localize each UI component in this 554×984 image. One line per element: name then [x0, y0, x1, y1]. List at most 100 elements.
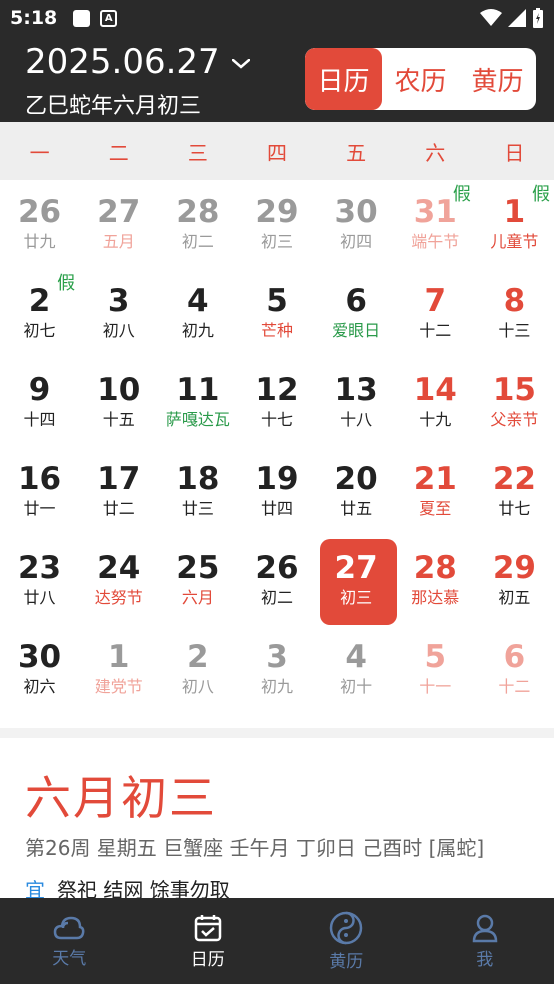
day-number: 14: [413, 372, 457, 408]
calendar-day-selected[interactable]: 27 初三: [317, 536, 397, 625]
weekday-label: 二: [108, 140, 129, 165]
calendar-day[interactable]: 31 端午节假: [396, 180, 475, 269]
calendar-day[interactable]: 23 廿八: [0, 536, 79, 625]
calendar-day[interactable]: 17 廿二: [79, 447, 158, 536]
day-subtitle: 初五: [498, 588, 531, 607]
calendar-day[interactable]: 4 初十: [317, 625, 396, 714]
day-subtitle: 六月: [181, 588, 214, 607]
weekday-header: 一 二 三 四 五 六 日: [0, 122, 554, 180]
nav-weather[interactable]: 天气: [0, 898, 139, 984]
day-number: 29: [492, 550, 536, 586]
calendar-day[interactable]: 19 廿四: [237, 447, 316, 536]
calendar-day[interactable]: 12 十七: [237, 358, 316, 447]
calendar-day[interactable]: 18 廿三: [158, 447, 237, 536]
calendar-day[interactable]: 3 初九: [237, 625, 316, 714]
calendar-day[interactable]: 30 初六: [0, 625, 79, 714]
calendar-day[interactable]: 6 十二: [475, 625, 554, 714]
calendar-day[interactable]: 16 廿一: [0, 447, 79, 536]
weekday-label: 一: [29, 140, 50, 165]
calendar-day[interactable]: 26 廿九: [0, 180, 79, 269]
day-subtitle: 廿八: [23, 588, 56, 607]
nav-calendar[interactable]: 日历: [139, 898, 278, 984]
day-subtitle: 萨嘎达瓦: [165, 410, 230, 429]
nav-profile[interactable]: 我: [416, 898, 554, 984]
day-subtitle: 十四: [23, 410, 56, 429]
calendar-day[interactable]: 30 初四: [317, 180, 396, 269]
calendar-day[interactable]: 6 爱眼日: [317, 269, 396, 358]
day-number: 3: [107, 283, 130, 319]
holiday-badge: 假: [531, 184, 550, 205]
divider: [0, 728, 554, 738]
calendar-day[interactable]: 25 六月: [158, 536, 237, 625]
nav-label: 日历: [190, 949, 225, 970]
day-subtitle: 廿二: [102, 499, 135, 518]
calendar-day[interactable]: 2 初七假: [0, 269, 79, 358]
day-number: 21: [413, 461, 457, 497]
wifi-icon: [480, 9, 502, 26]
tab-solar-calendar[interactable]: 日历: [305, 48, 382, 110]
day-subtitle: 廿四: [260, 499, 293, 518]
day-number: 3: [266, 639, 288, 675]
calendar-day[interactable]: 9 十四: [0, 358, 79, 447]
nav-label: 我: [476, 949, 494, 970]
calendar-day[interactable]: 20 廿五: [317, 447, 396, 536]
calendar-day[interactable]: 10 十五: [79, 358, 158, 447]
day-subtitle: 初八: [181, 677, 214, 696]
calendar-day[interactable]: 21 夏至: [396, 447, 475, 536]
calendar-day[interactable]: 1 儿童节假: [475, 180, 554, 269]
calendar-day[interactable]: 24 达努节: [79, 536, 158, 625]
day-subtitle: 端午节: [411, 232, 460, 251]
day-subtitle: 十九: [419, 410, 452, 429]
calendar-day[interactable]: 11 萨嘎达瓦: [158, 358, 237, 447]
cloud-icon: [53, 916, 85, 939]
calendar-day[interactable]: 29 初五: [475, 536, 554, 625]
day-number: 12: [255, 372, 299, 408]
day-number: 18: [176, 461, 220, 497]
day-number: 7: [424, 283, 447, 319]
day-subtitle: 初三: [340, 588, 373, 607]
day-number: 28: [176, 194, 220, 230]
day-subtitle: 初八: [102, 321, 135, 340]
calendar-day[interactable]: 3 初八: [79, 269, 158, 358]
day-number: 26: [255, 550, 299, 586]
day-subtitle: 廿七: [498, 499, 531, 518]
detail-info: 第26周 星期五 巨蟹座 壬午月 丁卯日 己酉时 [属蛇]: [25, 836, 485, 860]
tab-lunar-calendar[interactable]: 农历: [382, 48, 459, 110]
tab-almanac[interactable]: 黄历: [459, 48, 536, 110]
day-number: 16: [17, 461, 62, 497]
day-number: 5: [424, 639, 447, 675]
calendar-day[interactable]: 13 十八: [317, 358, 396, 447]
calendar-day[interactable]: 5 十一: [396, 625, 475, 714]
status-time: 5:18: [10, 7, 58, 29]
calendar-day[interactable]: 28 初二: [158, 180, 237, 269]
calendar-day[interactable]: 7 十二: [396, 269, 475, 358]
day-number: 23: [17, 550, 62, 586]
signal-icon: [508, 9, 526, 27]
calendar-day[interactable]: 28 那达慕: [396, 536, 475, 625]
calendar-day[interactable]: 4 初九: [158, 269, 237, 358]
calendar-day[interactable]: 15 父亲节: [475, 358, 554, 447]
day-number: 15: [492, 372, 536, 408]
day-subtitle: 初七: [23, 321, 56, 340]
date-picker[interactable]: 2025.06.27: [25, 42, 250, 82]
day-number: 9: [28, 372, 51, 408]
chevron-down-icon: [231, 50, 250, 74]
calendar-day[interactable]: 8 十三: [475, 269, 554, 358]
weekday-label: 四: [266, 140, 287, 165]
calendar-day[interactable]: 14 十九: [396, 358, 475, 447]
day-number: 27: [334, 550, 378, 586]
header: 2025.06.27 乙巳蛇年六月初三 日历 农历 黄历: [0, 36, 554, 122]
day-subtitle: 十八: [340, 410, 373, 429]
calendar-day[interactable]: 22 廿七: [475, 447, 554, 536]
nav-almanac[interactable]: 黄历: [277, 898, 416, 984]
day-subtitle: 廿三: [181, 499, 214, 518]
day-subtitle: 儿童节: [490, 232, 539, 251]
calendar-day[interactable]: 26 初二: [237, 536, 316, 625]
calendar-day[interactable]: 5 芒种: [237, 269, 316, 358]
calendar-day[interactable]: 1 建党节: [79, 625, 158, 714]
day-subtitle: 廿一: [23, 499, 56, 518]
calendar-day[interactable]: 2 初八: [158, 625, 237, 714]
day-number: 10: [97, 372, 141, 408]
calendar-day[interactable]: 27 五月: [79, 180, 158, 269]
calendar-day[interactable]: 29 初三: [237, 180, 316, 269]
